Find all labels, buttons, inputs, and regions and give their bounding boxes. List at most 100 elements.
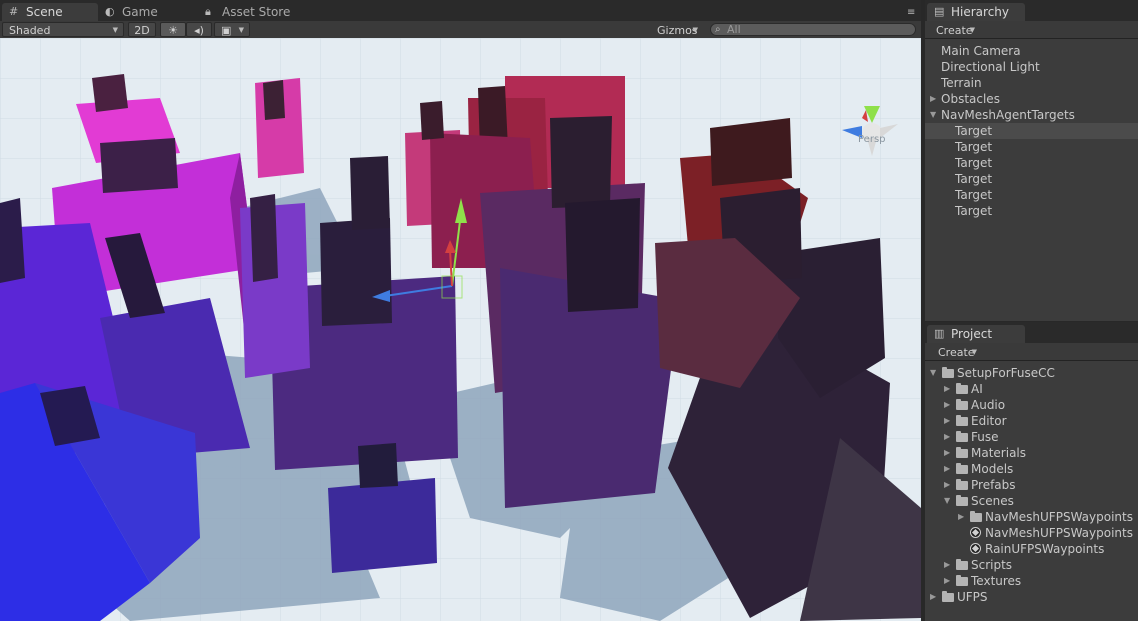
- scene-search-input[interactable]: ⌕ All: [710, 23, 916, 36]
- hierarchy-item[interactable]: Target: [925, 123, 1138, 139]
- folder-icon: [956, 495, 968, 506]
- panel-menu-icon[interactable]: ≡: [907, 8, 919, 18]
- hierarchy-item[interactable]: ▶ Obstacles: [925, 91, 1138, 107]
- collapsed-arrow-icon[interactable]: ▶: [944, 429, 950, 445]
- project-item[interactable]: ▼ Scenes: [925, 493, 1138, 509]
- draw-mode-label: Shaded: [9, 24, 51, 37]
- hierarchy-item[interactable]: Target: [925, 203, 1138, 219]
- toggle-2d-label: 2D: [134, 24, 150, 37]
- hierarchy-item[interactable]: Main Camera: [925, 43, 1138, 59]
- toggle-2d-button[interactable]: 2D: [128, 22, 156, 37]
- image-icon: ▣: [221, 24, 232, 37]
- folder-icon: [970, 511, 982, 522]
- project-item[interactable]: ▶ Audio: [925, 397, 1138, 413]
- hierarchy-item-label: Target: [955, 172, 993, 186]
- project-item[interactable]: ▶ Models: [925, 461, 1138, 477]
- project-item[interactable]: ▶ Fuse: [925, 429, 1138, 445]
- tab-game-label: Game: [122, 5, 158, 19]
- hierarchy-item[interactable]: Target: [925, 155, 1138, 171]
- lock-icon: 🔒︎: [205, 5, 211, 18]
- project-item[interactable]: NavMeshUFPSWaypoints: [925, 525, 1138, 541]
- hierarchy-item[interactable]: Directional Light: [925, 59, 1138, 75]
- project-create-button[interactable]: Create ▼: [931, 344, 983, 359]
- project-item-label: Fuse: [971, 430, 999, 444]
- lighting-toggle[interactable]: ☀: [160, 22, 186, 37]
- hierarchy-create-label: Create: [936, 24, 973, 37]
- hierarchy-panel: Main Camera Directional Light Terrain ▶ Obst…: [925, 39, 1138, 321]
- project-item-label: NavMeshUFPSWaypoints: [985, 526, 1133, 540]
- project-item-label: RainUFPSWaypoints: [985, 542, 1105, 556]
- hierarchy-item[interactable]: Target: [925, 187, 1138, 203]
- project-toolbar: Create ▼: [925, 343, 1138, 361]
- collapsed-arrow-icon[interactable]: ▶: [944, 397, 950, 413]
- hierarchy-item-label: Main Camera: [941, 44, 1021, 58]
- gizmos-dropdown[interactable]: Gizmos ▼: [650, 22, 704, 37]
- project-item-label: SetupForFuseCC: [957, 366, 1055, 380]
- hierarchy-item[interactable]: Target: [925, 139, 1138, 155]
- project-item[interactable]: ▶ Prefabs: [925, 477, 1138, 493]
- gizmos-label: Gizmos: [657, 24, 698, 37]
- hierarchy-item[interactable]: ▼ NavMeshAgentTargets: [925, 107, 1138, 123]
- folder-icon: [956, 415, 968, 426]
- collapsed-arrow-icon[interactable]: ▶: [958, 509, 964, 525]
- grid-icon: #: [9, 5, 19, 18]
- collapsed-arrow-icon[interactable]: ▶: [944, 461, 950, 477]
- expanded-arrow-icon[interactable]: ▼: [944, 493, 950, 509]
- project-item[interactable]: ▼ SetupForFuseCC: [925, 365, 1138, 381]
- search-icon: ⌕: [715, 24, 721, 35]
- folder-icon: [956, 399, 968, 410]
- collapsed-arrow-icon[interactable]: ▶: [930, 91, 936, 107]
- expanded-arrow-icon[interactable]: ▼: [930, 365, 936, 381]
- tab-game[interactable]: ◐ Game: [98, 3, 192, 21]
- tab-scene[interactable]: # Scene: [2, 3, 98, 21]
- collapsed-arrow-icon[interactable]: ▶: [944, 573, 950, 589]
- effects-dropdown[interactable]: ▣ ▼: [214, 22, 250, 37]
- collapsed-arrow-icon[interactable]: ▶: [944, 557, 950, 573]
- dropdown-arrow-icon: ▼: [692, 26, 698, 34]
- project-item[interactable]: ▶ Editor: [925, 413, 1138, 429]
- expanded-arrow-icon[interactable]: ▼: [930, 107, 936, 123]
- project-item-label: Scenes: [971, 494, 1014, 508]
- folder-icon: [956, 431, 968, 442]
- audio-toggle[interactable]: ◂): [186, 22, 212, 37]
- dropdown-arrow-icon: ▼: [238, 26, 244, 34]
- folder-icon: [956, 575, 968, 586]
- hierarchy-create-button[interactable]: Create ▼: [929, 22, 981, 37]
- speaker-icon: ◂): [194, 24, 204, 37]
- collapsed-arrow-icon[interactable]: ▶: [930, 589, 936, 605]
- project-item-label: Scripts: [971, 558, 1013, 572]
- project-panel: ▼ SetupForFuseCC ▶ AI ▶ Audio ▶ Editor ▶ Fuse ▶ Mat…: [925, 361, 1138, 621]
- folder-icon: [956, 479, 968, 490]
- hierarchy-item[interactable]: Target: [925, 171, 1138, 187]
- project-item-label: AI: [971, 382, 983, 396]
- collapsed-arrow-icon[interactable]: ▶: [944, 381, 950, 397]
- tab-asset-store[interactable]: 🔒︎ Asset Store: [198, 3, 322, 21]
- project-item[interactable]: ▶ Materials: [925, 445, 1138, 461]
- project-item[interactable]: ▶ UFPS: [925, 589, 1138, 605]
- tab-scene-label: Scene: [26, 5, 63, 19]
- tab-project[interactable]: ▥ Project: [927, 325, 1025, 343]
- hierarchy-item[interactable]: Terrain: [925, 75, 1138, 91]
- project-item[interactable]: ▶ NavMeshUFPSWaypoints: [925, 509, 1138, 525]
- collapsed-arrow-icon[interactable]: ▶: [944, 413, 950, 429]
- scene-viewport[interactable]: Persp: [0, 38, 921, 621]
- collapsed-arrow-icon[interactable]: ▶: [944, 445, 950, 461]
- project-item[interactable]: RainUFPSWaypoints: [925, 541, 1138, 557]
- project-item-label: Textures: [971, 574, 1022, 588]
- block-pink-center: [240, 194, 310, 378]
- draw-mode-dropdown[interactable]: Shaded ▼: [2, 22, 124, 37]
- folder-icon: [942, 367, 954, 378]
- tab-hierarchy[interactable]: ▤ Hierarchy: [927, 3, 1025, 21]
- tab-asset-store-label: Asset Store: [222, 5, 291, 19]
- project-item[interactable]: ▶ Textures: [925, 573, 1138, 589]
- hierarchy-item-label: Obstacles: [941, 92, 1000, 106]
- view-label[interactable]: Persp: [858, 134, 886, 145]
- project-item[interactable]: ▶ Scripts: [925, 557, 1138, 573]
- project-item[interactable]: ▶ AI: [925, 381, 1138, 397]
- folder-icon: [956, 559, 968, 570]
- project-create-label: Create: [938, 346, 975, 359]
- sun-icon: ☀: [168, 24, 178, 37]
- hierarchy-item-label: Directional Light: [941, 60, 1040, 74]
- project-item-label: UFPS: [957, 590, 988, 604]
- collapsed-arrow-icon[interactable]: ▶: [944, 477, 950, 493]
